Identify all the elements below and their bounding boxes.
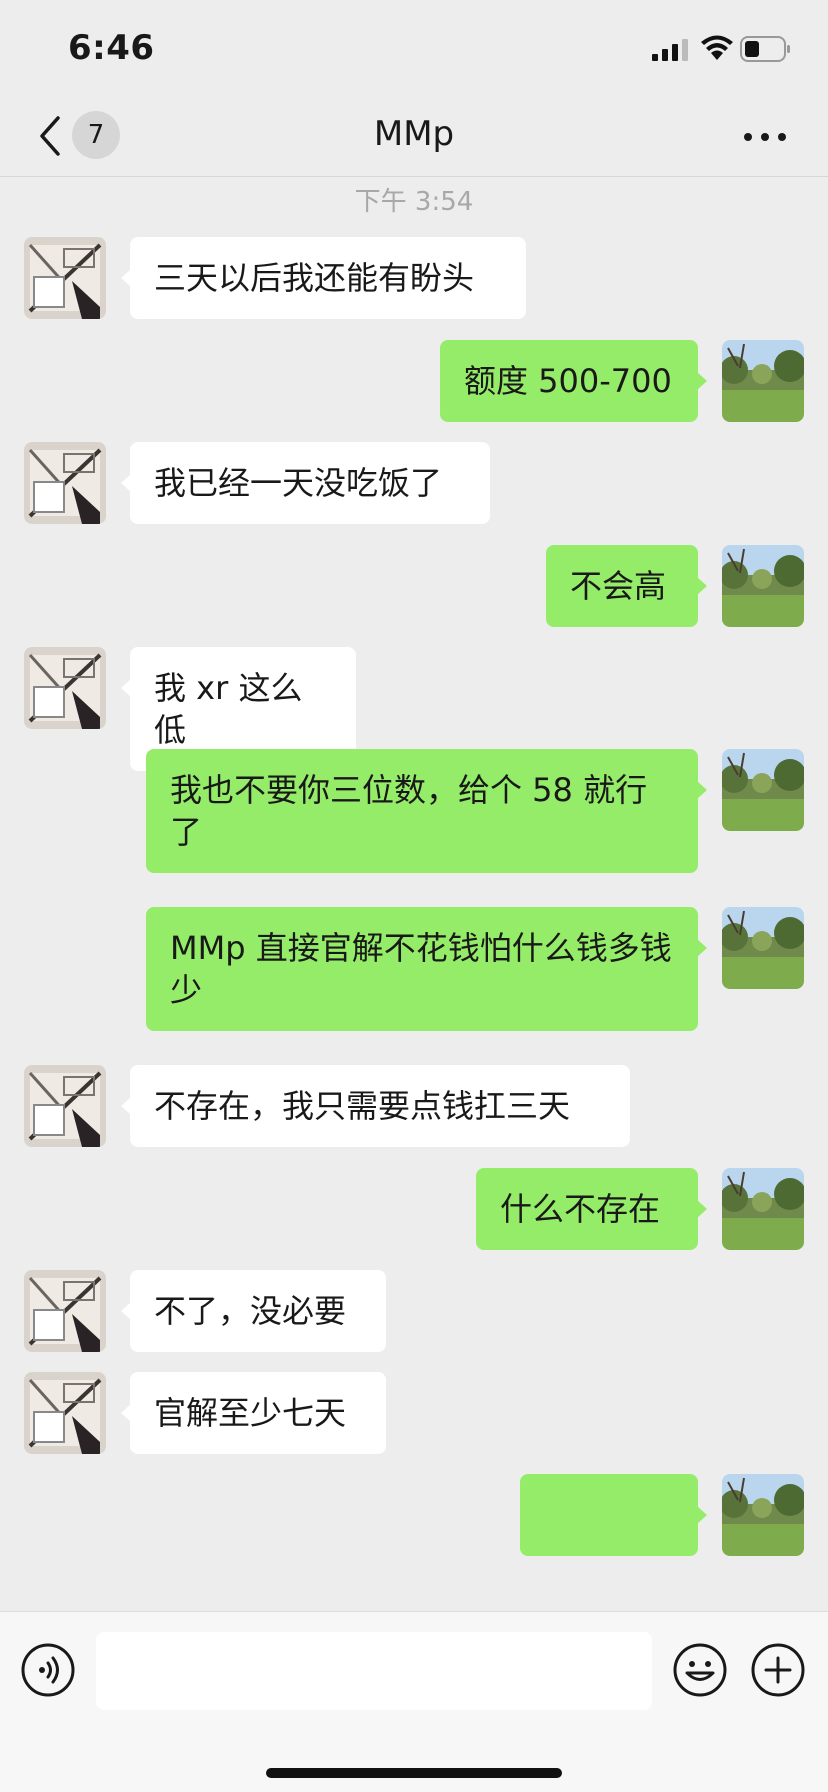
- outgoing-message-bubble[interactable]: 什么不存在: [476, 1168, 707, 1250]
- status-time: 6:46: [68, 28, 155, 68]
- message-list[interactable]: 下午 3:54 三天以后我还能有盼头额度 500-700 我已经一天没吃饭了 不会高…: [0, 177, 828, 1611]
- emoji-icon[interactable]: [672, 1642, 728, 1698]
- incoming-message-bubble[interactable]: 官解至少七天: [121, 1372, 386, 1454]
- my-avatar[interactable]: [722, 545, 804, 627]
- input-bar: [0, 1611, 828, 1792]
- battery-icon: [740, 36, 790, 62]
- message-timestamp: 下午 3:54: [354, 187, 474, 217]
- outgoing-message-bubble[interactable]: 不会高: [546, 545, 707, 627]
- contact-avatar[interactable]: [24, 237, 106, 319]
- incoming-message-bubble[interactable]: 我已经一天没吃饭了: [121, 442, 490, 524]
- incoming-message-bubble[interactable]: 不了，没必要: [121, 1270, 386, 1352]
- contact-avatar[interactable]: [24, 442, 106, 524]
- outgoing-message-bubble[interactable]: MMp 直接官解不花钱怕什么钱多钱少: [146, 907, 707, 1031]
- outgoing-message-bubble[interactable]: 我也不要你三位数，给个 58 就行了: [146, 749, 707, 873]
- my-avatar[interactable]: [722, 749, 804, 831]
- voice-icon[interactable]: [20, 1642, 76, 1698]
- nav-bar: 7 MMp: [0, 96, 828, 177]
- outgoing-message-bubble[interactable]: [520, 1474, 707, 1556]
- page-title: MMp: [373, 114, 455, 154]
- chat-screen: 6:46 7 MMp 下午 3:54 三天以后我还能有盼头 额度 500-700…: [0, 0, 828, 1792]
- message-input[interactable]: [96, 1632, 652, 1710]
- my-avatar[interactable]: [722, 907, 804, 989]
- more-options-button[interactable]: [740, 114, 790, 158]
- my-avatar[interactable]: [722, 340, 804, 422]
- more-dots-icon: [744, 133, 752, 141]
- signal-icon: [652, 39, 688, 61]
- plus-icon[interactable]: [750, 1642, 806, 1698]
- wifi-icon: [701, 35, 733, 60]
- incoming-message-bubble[interactable]: 三天以后我还能有盼头: [121, 237, 526, 319]
- home-indicator: [266, 1768, 562, 1778]
- my-avatar[interactable]: [722, 1474, 804, 1556]
- contact-avatar[interactable]: [24, 1065, 106, 1147]
- contact-avatar[interactable]: [24, 1372, 106, 1454]
- incoming-message-bubble[interactable]: 不存在，我只需要点钱扛三天: [121, 1065, 630, 1147]
- contact-avatar[interactable]: [24, 1270, 106, 1352]
- contact-avatar[interactable]: [24, 647, 106, 729]
- status-bar: 6:46: [0, 0, 828, 96]
- outgoing-message-bubble[interactable]: 额度 500-700: [440, 340, 707, 422]
- my-avatar[interactable]: [722, 1168, 804, 1250]
